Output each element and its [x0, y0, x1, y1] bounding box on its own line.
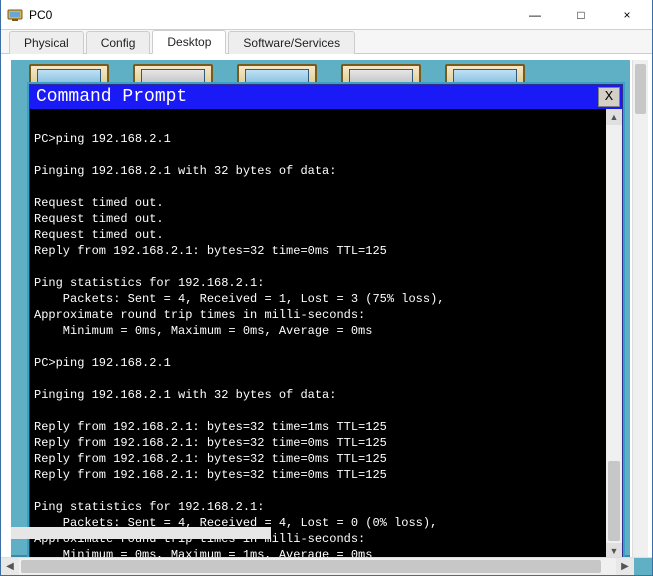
- command-prompt-titlebar[interactable]: Command Prompt X: [30, 85, 622, 109]
- scrollbar-thumb[interactable]: [21, 560, 601, 573]
- scrollbar-track[interactable]: [606, 125, 622, 543]
- tab-config[interactable]: Config: [86, 31, 151, 54]
- scroll-right-arrow-icon[interactable]: ▶: [616, 558, 634, 575]
- window-title: PC0: [29, 8, 52, 22]
- minimize-button[interactable]: —: [512, 0, 558, 30]
- app-icon: [7, 7, 23, 23]
- scrollbar-thumb[interactable]: [635, 64, 646, 114]
- title-left: PC0: [7, 7, 52, 23]
- titlebar[interactable]: PC0 — □ ×: [1, 0, 652, 30]
- command-prompt-title: Command Prompt: [36, 87, 187, 107]
- scroll-up-arrow-icon[interactable]: ▲: [606, 109, 622, 125]
- status-strip: [11, 527, 271, 539]
- app-window: PC0 — □ × Physical Config Desktop Softwa…: [0, 0, 653, 576]
- scrollbar-thumb[interactable]: [608, 461, 620, 541]
- window-buttons: — □ ×: [512, 0, 650, 30]
- content-scrollbar[interactable]: [632, 60, 648, 557]
- command-prompt-close-button[interactable]: X: [598, 87, 620, 107]
- tab-software-services[interactable]: Software/Services: [228, 31, 355, 54]
- content-area: Command Prompt X PC>ping 192.168.2.1 Pin…: [1, 54, 652, 557]
- scroll-down-arrow-icon[interactable]: ▼: [606, 543, 622, 557]
- command-prompt-body[interactable]: PC>ping 192.168.2.1 Pinging 192.168.2.1 …: [30, 109, 606, 557]
- scrollbar-corner: [634, 558, 652, 575]
- maximize-button[interactable]: □: [558, 0, 604, 30]
- tab-physical[interactable]: Physical: [9, 31, 84, 54]
- command-prompt-scrollbar[interactable]: ▲ ▼: [606, 109, 622, 557]
- scroll-left-arrow-icon[interactable]: ◀: [1, 558, 19, 575]
- command-prompt-window: Command Prompt X PC>ping 192.168.2.1 Pin…: [29, 84, 623, 557]
- horizontal-scrollbar[interactable]: ◀ ▶: [1, 557, 652, 575]
- close-button[interactable]: ×: [604, 0, 650, 30]
- tab-desktop[interactable]: Desktop: [152, 30, 226, 54]
- tabbar: Physical Config Desktop Software/Service…: [1, 30, 652, 54]
- scrollbar-track[interactable]: [19, 558, 616, 575]
